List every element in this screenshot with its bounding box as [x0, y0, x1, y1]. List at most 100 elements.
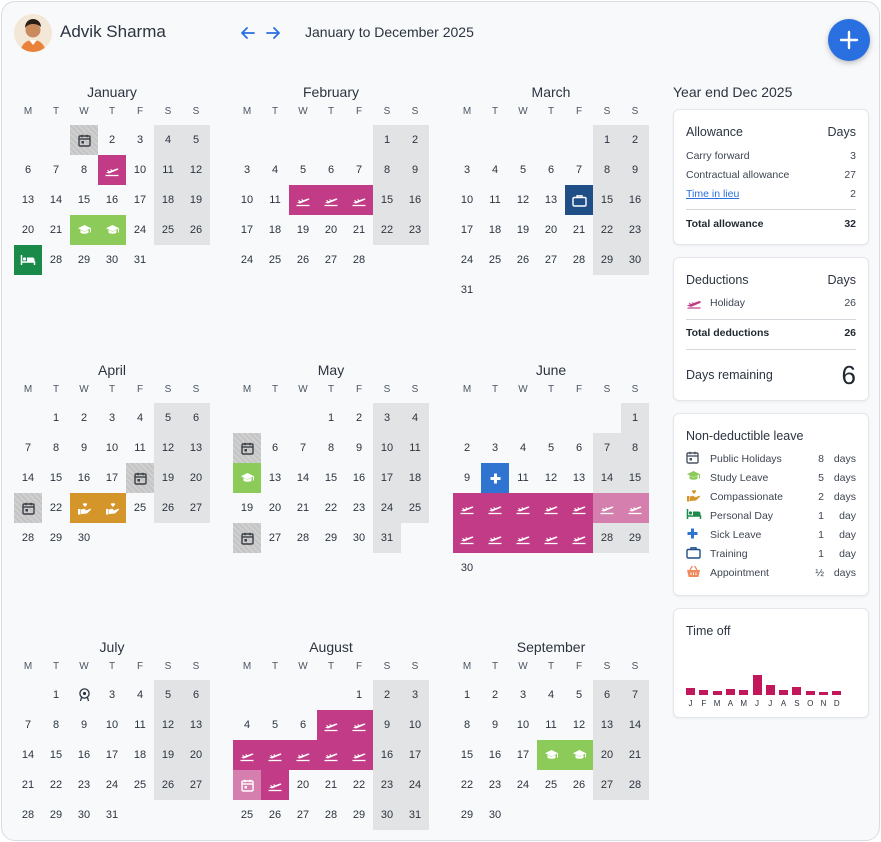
day-cell[interactable]: 5	[537, 433, 565, 463]
day-cell[interactable]: 30	[453, 553, 481, 583]
day-cell[interactable]: 11	[481, 185, 509, 215]
day-cell[interactable]: 28	[621, 770, 649, 800]
day-cell[interactable]: 30	[70, 523, 98, 553]
day-cell[interactable]: 17	[98, 463, 126, 493]
day-cell[interactable]	[481, 463, 509, 493]
day-cell[interactable]: 20	[289, 770, 317, 800]
day-cell[interactable]	[621, 493, 649, 523]
day-cell[interactable]: 29	[42, 800, 70, 830]
day-cell[interactable]: 21	[621, 740, 649, 770]
day-cell[interactable]	[98, 155, 126, 185]
day-cell[interactable]: 10	[233, 185, 261, 215]
previous-arrow-icon[interactable]	[239, 24, 257, 42]
day-cell[interactable]: 2	[345, 403, 373, 433]
day-cell[interactable]: 10	[509, 710, 537, 740]
day-cell[interactable]: 16	[70, 463, 98, 493]
day-cell[interactable]: 27	[537, 245, 565, 275]
day-cell[interactable]: 10	[401, 710, 429, 740]
day-cell[interactable]: 7	[565, 155, 593, 185]
day-cell[interactable]: 16	[70, 740, 98, 770]
day-cell[interactable]: 5	[182, 125, 210, 155]
day-cell[interactable]: 1	[621, 403, 649, 433]
day-cell[interactable]: 24	[233, 245, 261, 275]
day-cell[interactable]: 7	[42, 155, 70, 185]
day-cell[interactable]: 23	[70, 770, 98, 800]
day-cell[interactable]: 28	[317, 800, 345, 830]
day-cell[interactable]: 7	[621, 680, 649, 710]
day-cell[interactable]: 22	[345, 770, 373, 800]
day-cell[interactable]: 11	[126, 433, 154, 463]
day-cell[interactable]: 18	[126, 740, 154, 770]
day-cell[interactable]: 15	[373, 185, 401, 215]
day-cell[interactable]: 12	[154, 433, 182, 463]
day-cell[interactable]: 1	[42, 403, 70, 433]
day-cell[interactable]: 22	[42, 493, 70, 523]
day-cell[interactable]: 2	[373, 680, 401, 710]
day-cell[interactable]: 7	[593, 433, 621, 463]
day-cell[interactable]	[593, 493, 621, 523]
day-cell[interactable]: 23	[621, 215, 649, 245]
day-cell[interactable]: 17	[401, 740, 429, 770]
day-cell[interactable]: 25	[261, 245, 289, 275]
day-cell[interactable]: 6	[289, 710, 317, 740]
day-cell[interactable]: 3	[98, 680, 126, 710]
day-cell[interactable]: 16	[481, 740, 509, 770]
day-cell[interactable]: 25	[126, 493, 154, 523]
day-cell[interactable]: 28	[289, 523, 317, 553]
day-cell[interactable]: 2	[98, 125, 126, 155]
day-cell[interactable]: 6	[317, 155, 345, 185]
day-cell[interactable]: 6	[261, 433, 289, 463]
day-cell[interactable]: 13	[14, 185, 42, 215]
day-cell[interactable]: 15	[621, 463, 649, 493]
day-cell[interactable]	[537, 523, 565, 553]
day-cell[interactable]: 4	[261, 155, 289, 185]
day-cell[interactable]: 24	[373, 493, 401, 523]
day-cell[interactable]: 9	[401, 155, 429, 185]
day-cell[interactable]: 9	[621, 155, 649, 185]
day-cell[interactable]: 14	[14, 740, 42, 770]
day-cell[interactable]: 23	[345, 493, 373, 523]
day-cell[interactable]	[233, 770, 261, 800]
day-cell[interactable]: 2	[621, 125, 649, 155]
day-cell[interactable]: 3	[509, 680, 537, 710]
day-cell[interactable]: 30	[621, 245, 649, 275]
day-cell[interactable]	[537, 740, 565, 770]
day-cell[interactable]: 13	[182, 433, 210, 463]
day-cell[interactable]: 8	[453, 710, 481, 740]
day-cell[interactable]: 8	[42, 433, 70, 463]
day-cell[interactable]: 29	[621, 523, 649, 553]
day-cell[interactable]: 20	[537, 215, 565, 245]
day-cell[interactable]: 29	[453, 800, 481, 830]
day-cell[interactable]: 6	[537, 155, 565, 185]
day-cell[interactable]: 14	[42, 185, 70, 215]
day-cell[interactable]: 20	[593, 740, 621, 770]
day-cell[interactable]: 19	[289, 215, 317, 245]
day-cell[interactable]: 27	[182, 493, 210, 523]
day-cell[interactable]: 24	[98, 770, 126, 800]
day-cell[interactable]: 21	[289, 493, 317, 523]
day-cell[interactable]: 11	[154, 155, 182, 185]
day-cell[interactable]: 15	[42, 463, 70, 493]
day-cell[interactable]: 15	[593, 185, 621, 215]
day-cell[interactable]	[481, 523, 509, 553]
day-cell[interactable]: 9	[70, 433, 98, 463]
day-cell[interactable]: 13	[593, 710, 621, 740]
day-cell[interactable]: 14	[621, 710, 649, 740]
day-cell[interactable]: 25	[401, 493, 429, 523]
day-cell[interactable]: 29	[42, 523, 70, 553]
day-cell[interactable]: 17	[509, 740, 537, 770]
day-cell[interactable]	[261, 770, 289, 800]
day-cell[interactable]: 27	[317, 245, 345, 275]
day-cell[interactable]: 20	[261, 493, 289, 523]
day-cell[interactable]	[317, 185, 345, 215]
day-cell[interactable]: 26	[182, 215, 210, 245]
day-cell[interactable]	[70, 125, 98, 155]
day-cell[interactable]	[261, 740, 289, 770]
day-cell[interactable]: 12	[154, 710, 182, 740]
day-cell[interactable]: 12	[509, 185, 537, 215]
day-cell[interactable]: 26	[509, 245, 537, 275]
day-cell[interactable]	[70, 493, 98, 523]
day-cell[interactable]: 13	[261, 463, 289, 493]
day-cell[interactable]: 26	[261, 800, 289, 830]
day-cell[interactable]: 26	[154, 493, 182, 523]
